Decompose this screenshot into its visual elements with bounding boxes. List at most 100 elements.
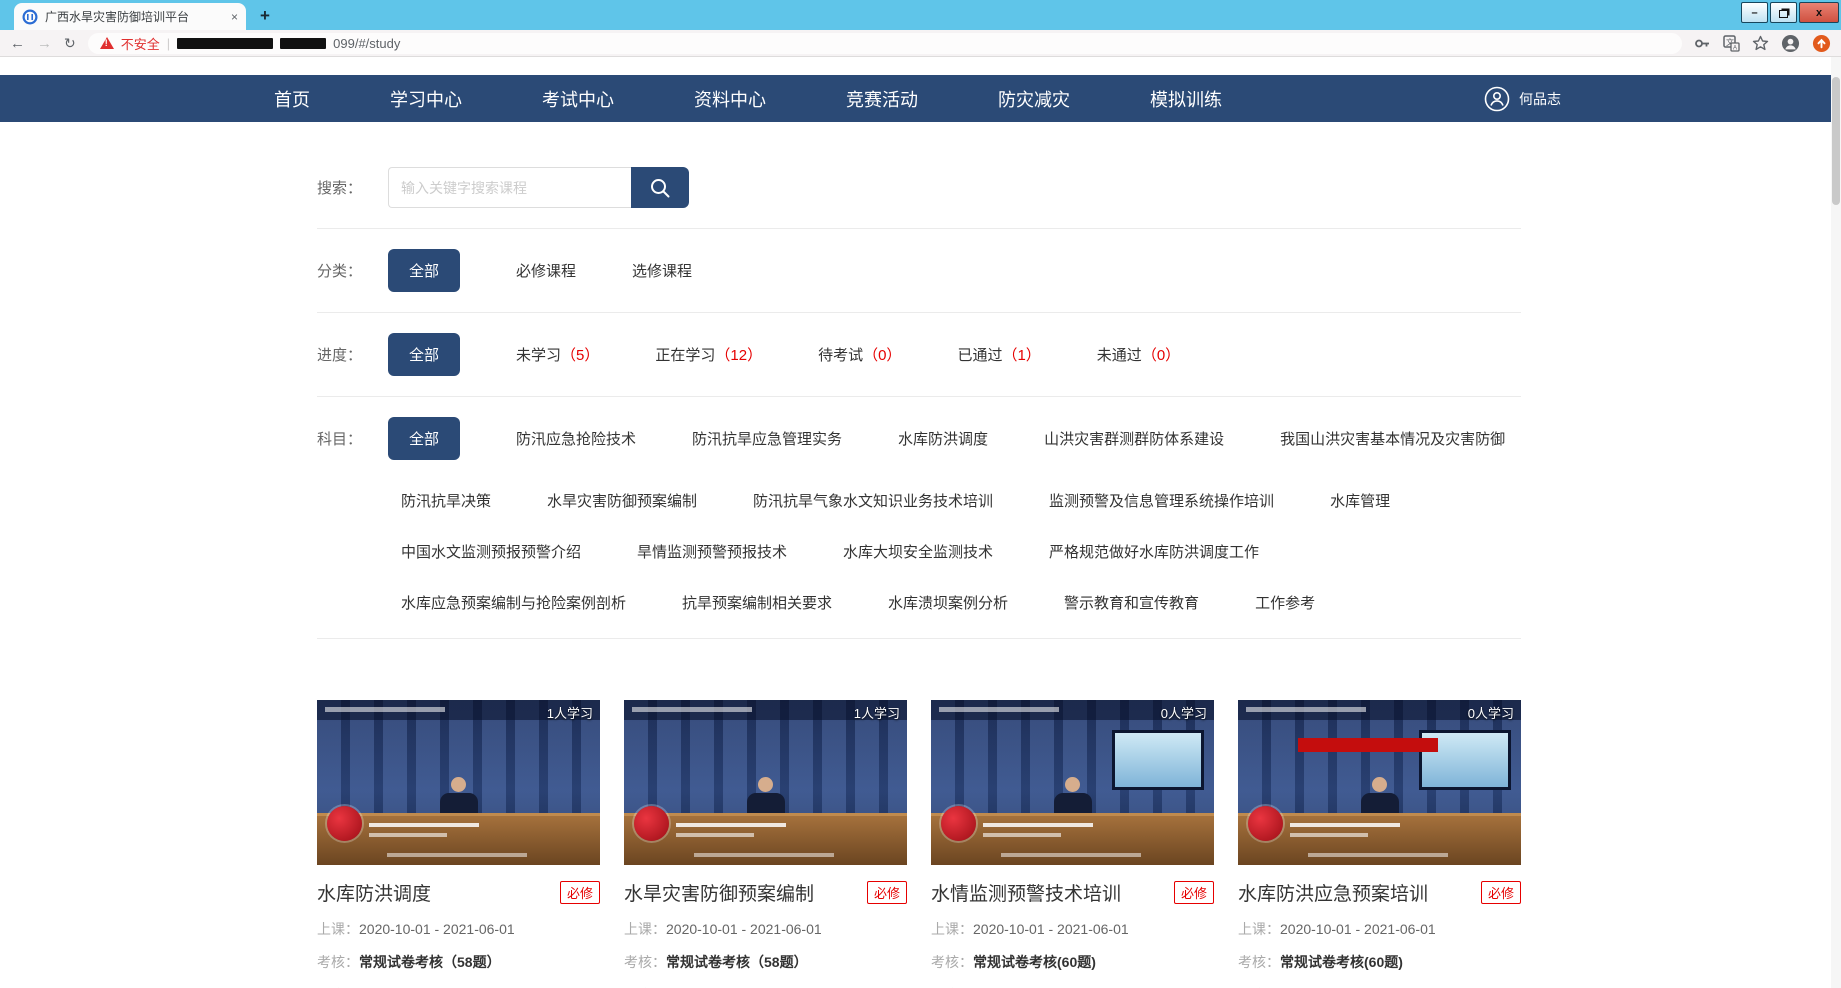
progress-filter-label: 进度： [317, 344, 388, 365]
course-thumbnail[interactable]: 1人学习 [624, 700, 907, 865]
subject-filter-option[interactable]: 水库溃坝案例分析 [888, 592, 1008, 613]
user-menu[interactable]: 何品志 [1484, 86, 1561, 112]
subject-filter-option[interactable]: 严格规范做好水库防洪调度工作 [1049, 541, 1259, 562]
studio-banner [1298, 738, 1438, 752]
not-secure-label[interactable]: 不安全 [121, 34, 160, 53]
nav-item-exam-center[interactable]: 考试中心 [542, 86, 614, 112]
studio-screen [1112, 730, 1204, 790]
subject-filter-option[interactable]: 中国水文监测预报预警介绍 [401, 541, 581, 562]
subject-filter-option[interactable]: 水库管理 [1330, 490, 1390, 511]
caption-line [1290, 833, 1368, 837]
user-name: 何品志 [1519, 89, 1561, 109]
category-filter-all-button[interactable]: 全部 [388, 249, 460, 292]
exam-type: 常规试卷考核(60题) [1280, 952, 1403, 972]
exam-type: 常规试卷考核（58题） [359, 952, 501, 972]
subject-filter-option[interactable]: 防汛抗旱应急管理实务 [692, 428, 842, 449]
section-divider [317, 312, 1521, 313]
course-title[interactable]: 水情监测预警技术培训 [931, 879, 1121, 906]
option-count: （0） [863, 347, 901, 364]
browser-tab[interactable]: 广西水旱灾害防御培训平台 × [14, 3, 246, 30]
viewer-count-badge: 1人学习 [854, 703, 900, 722]
subject-filter-option[interactable]: 水库应急预案编制与抢险案例剖析 [401, 592, 626, 613]
tab-close-icon[interactable]: × [231, 10, 238, 24]
nav-item-disaster-prevention[interactable]: 防灾减灾 [998, 86, 1070, 112]
scrollbar-thumb[interactable] [1832, 77, 1840, 205]
progress-filter-option[interactable]: 正在学习（12） [655, 344, 762, 365]
subject-filter-option[interactable]: 旱情监测预警预报技术 [637, 541, 787, 562]
browser-update-icon[interactable] [1812, 34, 1831, 53]
exam-label: 考核： [931, 952, 973, 972]
class-date-range: 2020-10-01 - 2021-06-01 [666, 921, 822, 937]
address-bar[interactable]: 不安全 | 099/#/study [88, 33, 1682, 54]
course-logo-badge [634, 806, 669, 841]
user-icon [1484, 86, 1510, 112]
password-key-icon[interactable] [1694, 35, 1711, 52]
progress-filter-option[interactable]: 已通过（1） [957, 344, 1040, 365]
nav-item-simulation-training[interactable]: 模拟训练 [1150, 86, 1222, 112]
nav-item-home[interactable]: 首页 [274, 86, 310, 112]
translate-icon[interactable]: 文 A [1723, 35, 1740, 52]
window-close-button[interactable]: x [1799, 2, 1839, 23]
new-tab-button[interactable]: + [260, 6, 270, 26]
exam-label: 考核： [1238, 952, 1280, 972]
progress-filter-option[interactable]: 待考试（0） [818, 344, 901, 365]
course-logo-badge [941, 806, 976, 841]
subject-filter-option[interactable]: 水库防洪调度 [898, 428, 988, 449]
course-thumbnail[interactable]: 1人学习 [317, 700, 600, 865]
viewer-count-badge: 1人学习 [547, 703, 593, 722]
redacted-port [280, 38, 326, 49]
section-divider [317, 396, 1521, 397]
option-count: （0） [1142, 347, 1180, 364]
subject-filter-option[interactable]: 抗旱预案编制相关要求 [682, 592, 832, 613]
class-label: 上课： [931, 919, 973, 939]
search-icon [649, 177, 671, 199]
subject-filter-option[interactable]: 水旱灾害防御预案编制 [547, 490, 697, 511]
category-filter-row: 分类： 全部 必修课程 选修课程 [317, 249, 1521, 292]
course-logo-badge [327, 806, 362, 841]
nav-item-study-center[interactable]: 学习中心 [390, 86, 462, 112]
progress-filter-all-button[interactable]: 全部 [388, 333, 460, 376]
window-maximize-button[interactable] [1770, 2, 1797, 23]
caption-line [369, 823, 479, 827]
back-button[interactable]: ← [10, 36, 25, 51]
subject-filter-option[interactable]: 防汛应急抢险技术 [516, 428, 636, 449]
subject-filter-option[interactable]: 警示教育和宣传教育 [1064, 592, 1199, 613]
subject-filter-option[interactable]: 监测预警及信息管理系统操作培训 [1049, 490, 1274, 511]
site-navbar: 首页 学习中心 考试中心 资料中心 竞赛活动 防灾减灾 模拟训练 何品志 [0, 75, 1841, 122]
caption-line [1308, 853, 1448, 857]
subject-filter-option[interactable]: 山洪灾害群测群防体系建设 [1044, 428, 1224, 449]
category-filter-option[interactable]: 选修课程 [632, 260, 692, 281]
subject-filter-option[interactable]: 防汛抗旱决策 [401, 490, 491, 511]
category-filter-option[interactable]: 必修课程 [516, 260, 576, 281]
reload-button[interactable]: ↻ [64, 35, 76, 52]
course-thumbnail[interactable]: 0人学习 [931, 700, 1214, 865]
nav-item-materials-center[interactable]: 资料中心 [694, 86, 766, 112]
course-card: 0人学习 水库防洪应急预案培训 必修 上课：2020-10-01 - 2021-… [1238, 700, 1521, 988]
subject-filter-all-button[interactable]: 全部 [388, 417, 460, 460]
section-divider [317, 638, 1521, 639]
course-title[interactable]: 水库防洪调度 [317, 879, 431, 906]
nav-item-competitions[interactable]: 竞赛活动 [846, 86, 918, 112]
redacted-host [177, 38, 273, 49]
caption-line [694, 853, 834, 857]
course-title[interactable]: 水旱灾害防御预案编制 [624, 879, 814, 906]
bookmark-star-icon[interactable] [1752, 35, 1769, 52]
subject-filter-option[interactable]: 我国山洪灾害基本情况及灾害防御 [1280, 428, 1505, 449]
progress-filter-option[interactable]: 未学习（5） [516, 344, 599, 365]
course-thumbnail[interactable]: 0人学习 [1238, 700, 1521, 865]
subject-filter-option[interactable]: 工作参考 [1255, 592, 1315, 613]
profile-avatar-icon[interactable] [1781, 34, 1800, 53]
subject-filter-option[interactable]: 防汛抗旱气象水文知识业务技术培训 [753, 490, 993, 511]
search-button[interactable] [631, 167, 689, 208]
page-scrollbar[interactable] [1831, 57, 1841, 988]
viewer-count-badge: 0人学习 [1161, 703, 1207, 722]
subject-filter-option[interactable]: 水库大坝安全监测技术 [843, 541, 993, 562]
search-input[interactable] [388, 167, 631, 208]
caption-line [1001, 853, 1141, 857]
progress-filter-option[interactable]: 未通过（0） [1097, 344, 1180, 365]
window-minimize-button[interactable]: – [1741, 2, 1768, 23]
browser-titlebar: 广西水旱灾害防御培训平台 × + – x [0, 0, 1841, 30]
course-title[interactable]: 水库防洪应急预案培训 [1238, 879, 1428, 906]
search-row: 搜索： [317, 167, 1521, 208]
security-warning-icon[interactable] [100, 37, 114, 49]
